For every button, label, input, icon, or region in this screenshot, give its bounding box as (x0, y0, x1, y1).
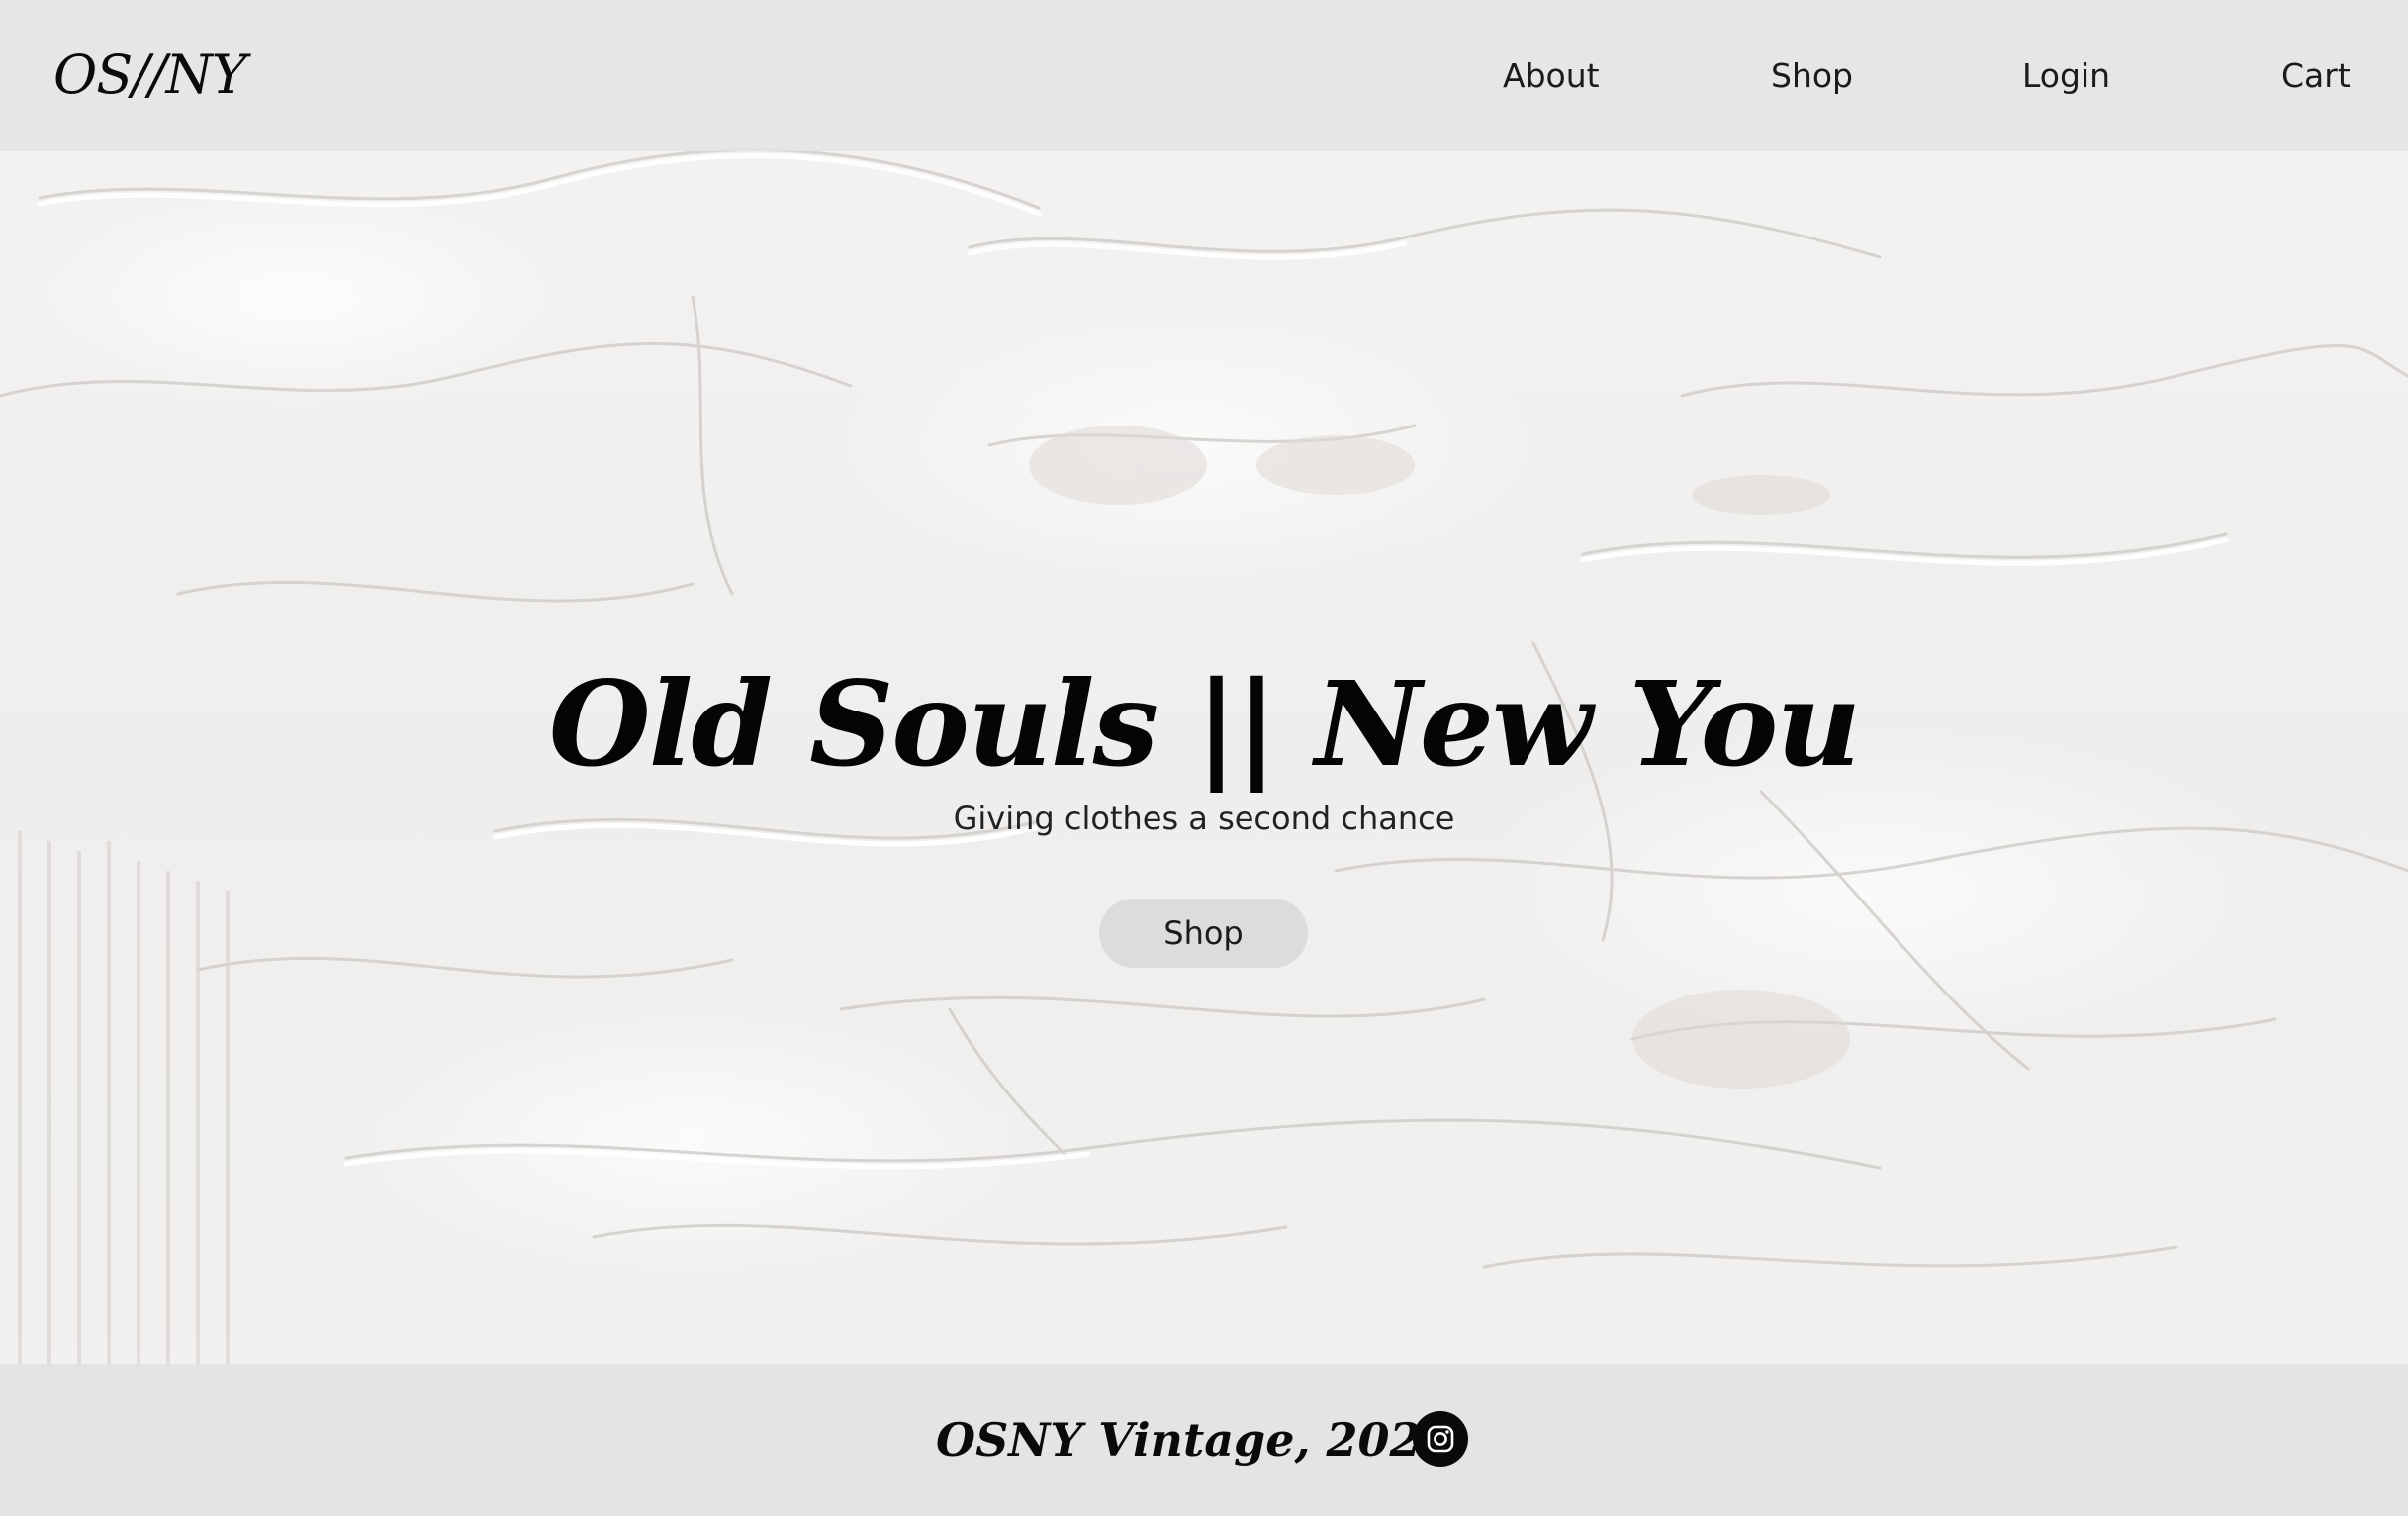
nav-cart-link[interactable]: Cart (2281, 56, 2351, 95)
nav-login-link[interactable]: Login (2022, 56, 2110, 95)
top-nav-bar: OS//NY About Shop Login Cart (0, 0, 2408, 151)
footer-copyright: OSNY Vintage, 2020 (936, 1413, 1453, 1467)
brand-logo[interactable]: OS//NY (53, 44, 247, 106)
hero-subtitle: Giving clothes a second chance (953, 800, 1455, 837)
nav-about-link[interactable]: About (1503, 56, 1600, 95)
nav-shop-link[interactable]: Shop (1771, 56, 1853, 95)
hero-title: Old Souls || New You (548, 655, 1861, 794)
hero-shop-button[interactable]: Shop (1099, 899, 1308, 968)
instagram-icon[interactable] (1413, 1411, 1468, 1467)
